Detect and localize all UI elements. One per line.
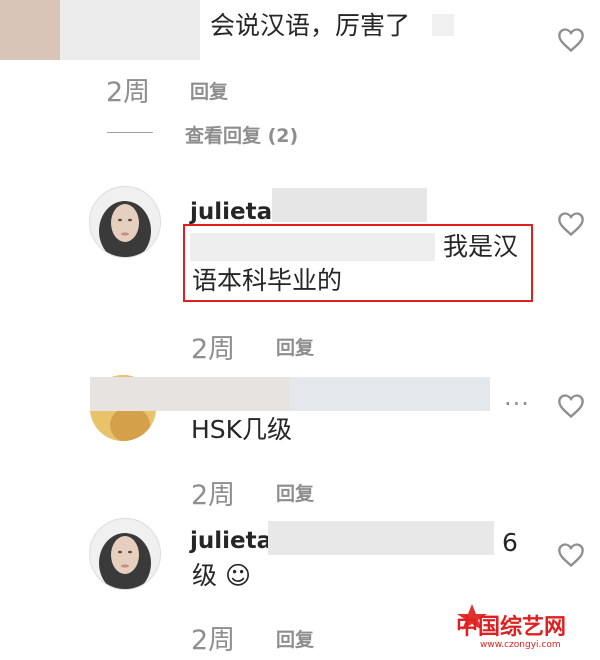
- replies-divider: [107, 132, 153, 133]
- heart-icon[interactable]: [557, 211, 585, 237]
- comment-1-time: 2周: [106, 77, 151, 108]
- heart-icon[interactable]: [557, 542, 585, 568]
- comment-2-text-line1: 我是汉: [443, 232, 519, 261]
- comment-3-time: 2周: [191, 480, 236, 511]
- heart-icon[interactable]: [557, 393, 585, 419]
- avatar-julieta[interactable]: [89, 518, 161, 590]
- comment-4-time: 2周: [191, 625, 236, 656]
- comment-1-reply-button[interactable]: 回复: [190, 77, 228, 104]
- heart-icon[interactable]: [557, 27, 585, 53]
- blur-2a: [272, 188, 427, 222]
- comment-2-text-line2: 语本科毕业的: [192, 266, 343, 295]
- comment-4-text-end: 6: [502, 528, 518, 557]
- blurred-username-1b: [60, 0, 200, 60]
- blur-3b: [290, 377, 490, 411]
- view-replies-button[interactable]: 查看回复 (2): [185, 121, 298, 148]
- comment-4-reply-button[interactable]: 回复: [276, 625, 314, 652]
- blur-1c: [432, 14, 454, 36]
- comment-4-text-line2: 级 ☺: [192, 561, 252, 590]
- svg-text:www.czongyi.com: www.czongyi.com: [480, 640, 561, 650]
- blur-4a: [268, 521, 494, 555]
- comment-2-time: 2周: [191, 334, 236, 365]
- comment-3-reply-button[interactable]: 回复: [276, 479, 314, 506]
- comment-3-text: HSK几级: [191, 415, 293, 444]
- comment-2-reply-button[interactable]: 回复: [276, 333, 314, 360]
- blur-3a: [90, 377, 290, 411]
- comment-1-text: 会说汉语，厉害了: [210, 11, 411, 40]
- more-options-icon[interactable]: ···: [504, 390, 530, 418]
- watermark-logo: 中国综艺网 www.czongyi.com: [442, 602, 592, 650]
- svg-text:中国综艺网: 中国综艺网: [456, 614, 566, 640]
- blur-2b: [190, 233, 435, 261]
- comment-2-username[interactable]: julietal: [190, 199, 280, 225]
- avatar-julietal[interactable]: [89, 186, 161, 258]
- comment-4-username[interactable]: julieta: [190, 528, 272, 554]
- blurred-username-1: [0, 0, 60, 60]
